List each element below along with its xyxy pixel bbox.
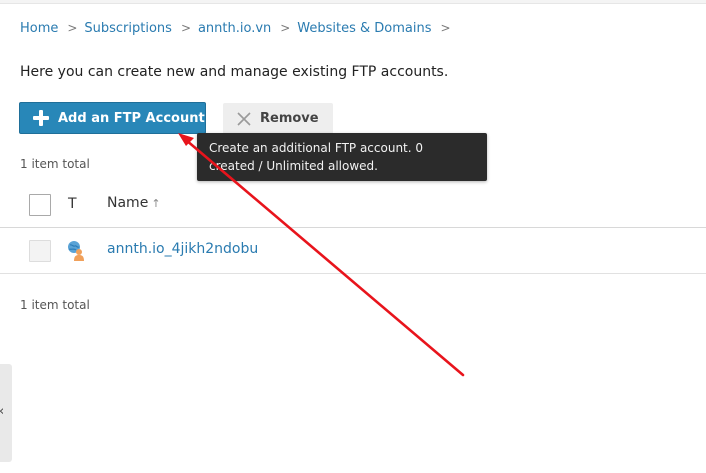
chevron-right-icon: >: [440, 21, 451, 35]
annotation-arrow-head: [178, 133, 194, 146]
select-all-checkbox[interactable]: [29, 194, 51, 216]
table-header: T Name ↑: [0, 184, 706, 228]
plus-icon: [33, 110, 49, 126]
chevron-right-icon: >: [67, 21, 78, 35]
breadcrumb-websites-domains[interactable]: Websites & Domains: [297, 21, 431, 36]
table-row: annth.io_4jikh2ndobu: [0, 228, 706, 274]
column-name-header[interactable]: Name ↑: [107, 195, 161, 211]
add-ftp-account-label: Add an FTP Account: [58, 110, 205, 126]
column-name-label: Name: [107, 195, 149, 211]
chevron-right-icon: >: [280, 21, 291, 35]
page-description: Here you can create new and manage exist…: [20, 64, 449, 80]
sort-ascending-icon: ↑: [151, 197, 161, 210]
tooltip-line-1: Create an additional FTP account. 0: [209, 141, 424, 155]
ftp-account-link[interactable]: annth.io_4jikh2ndobu: [107, 241, 258, 257]
breadcrumb-home[interactable]: Home: [20, 21, 58, 36]
row-checkbox: [29, 240, 51, 262]
breadcrumb: Home > Subscriptions > annth.io.vn > Web…: [20, 19, 457, 37]
top-border: [0, 0, 706, 4]
item-count-bottom: 1 item total: [20, 298, 90, 312]
column-type-header: T: [68, 196, 77, 212]
sidebar-collapse-handle[interactable]: ‹: [0, 364, 12, 462]
page: Home > Subscriptions > annth.io.vn > Web…: [0, 0, 706, 473]
ftp-user-icon: [68, 241, 84, 261]
remove-label: Remove: [260, 111, 319, 126]
add-ftp-account-button[interactable]: Add an FTP Account: [19, 102, 206, 134]
remove-x-icon: [237, 111, 251, 126]
chevron-right-icon: >: [180, 21, 191, 35]
tooltip-line-2: created / Unlimited allowed.: [209, 159, 378, 173]
add-ftp-tooltip: Create an additional FTP account. 0 crea…: [197, 133, 487, 181]
chevron-left-icon: ‹: [0, 404, 4, 419]
breadcrumb-subscriptions[interactable]: Subscriptions: [84, 21, 172, 36]
item-count-top: 1 item total: [20, 157, 90, 171]
breadcrumb-domain[interactable]: annth.io.vn: [198, 21, 271, 36]
remove-button[interactable]: Remove: [223, 103, 333, 134]
